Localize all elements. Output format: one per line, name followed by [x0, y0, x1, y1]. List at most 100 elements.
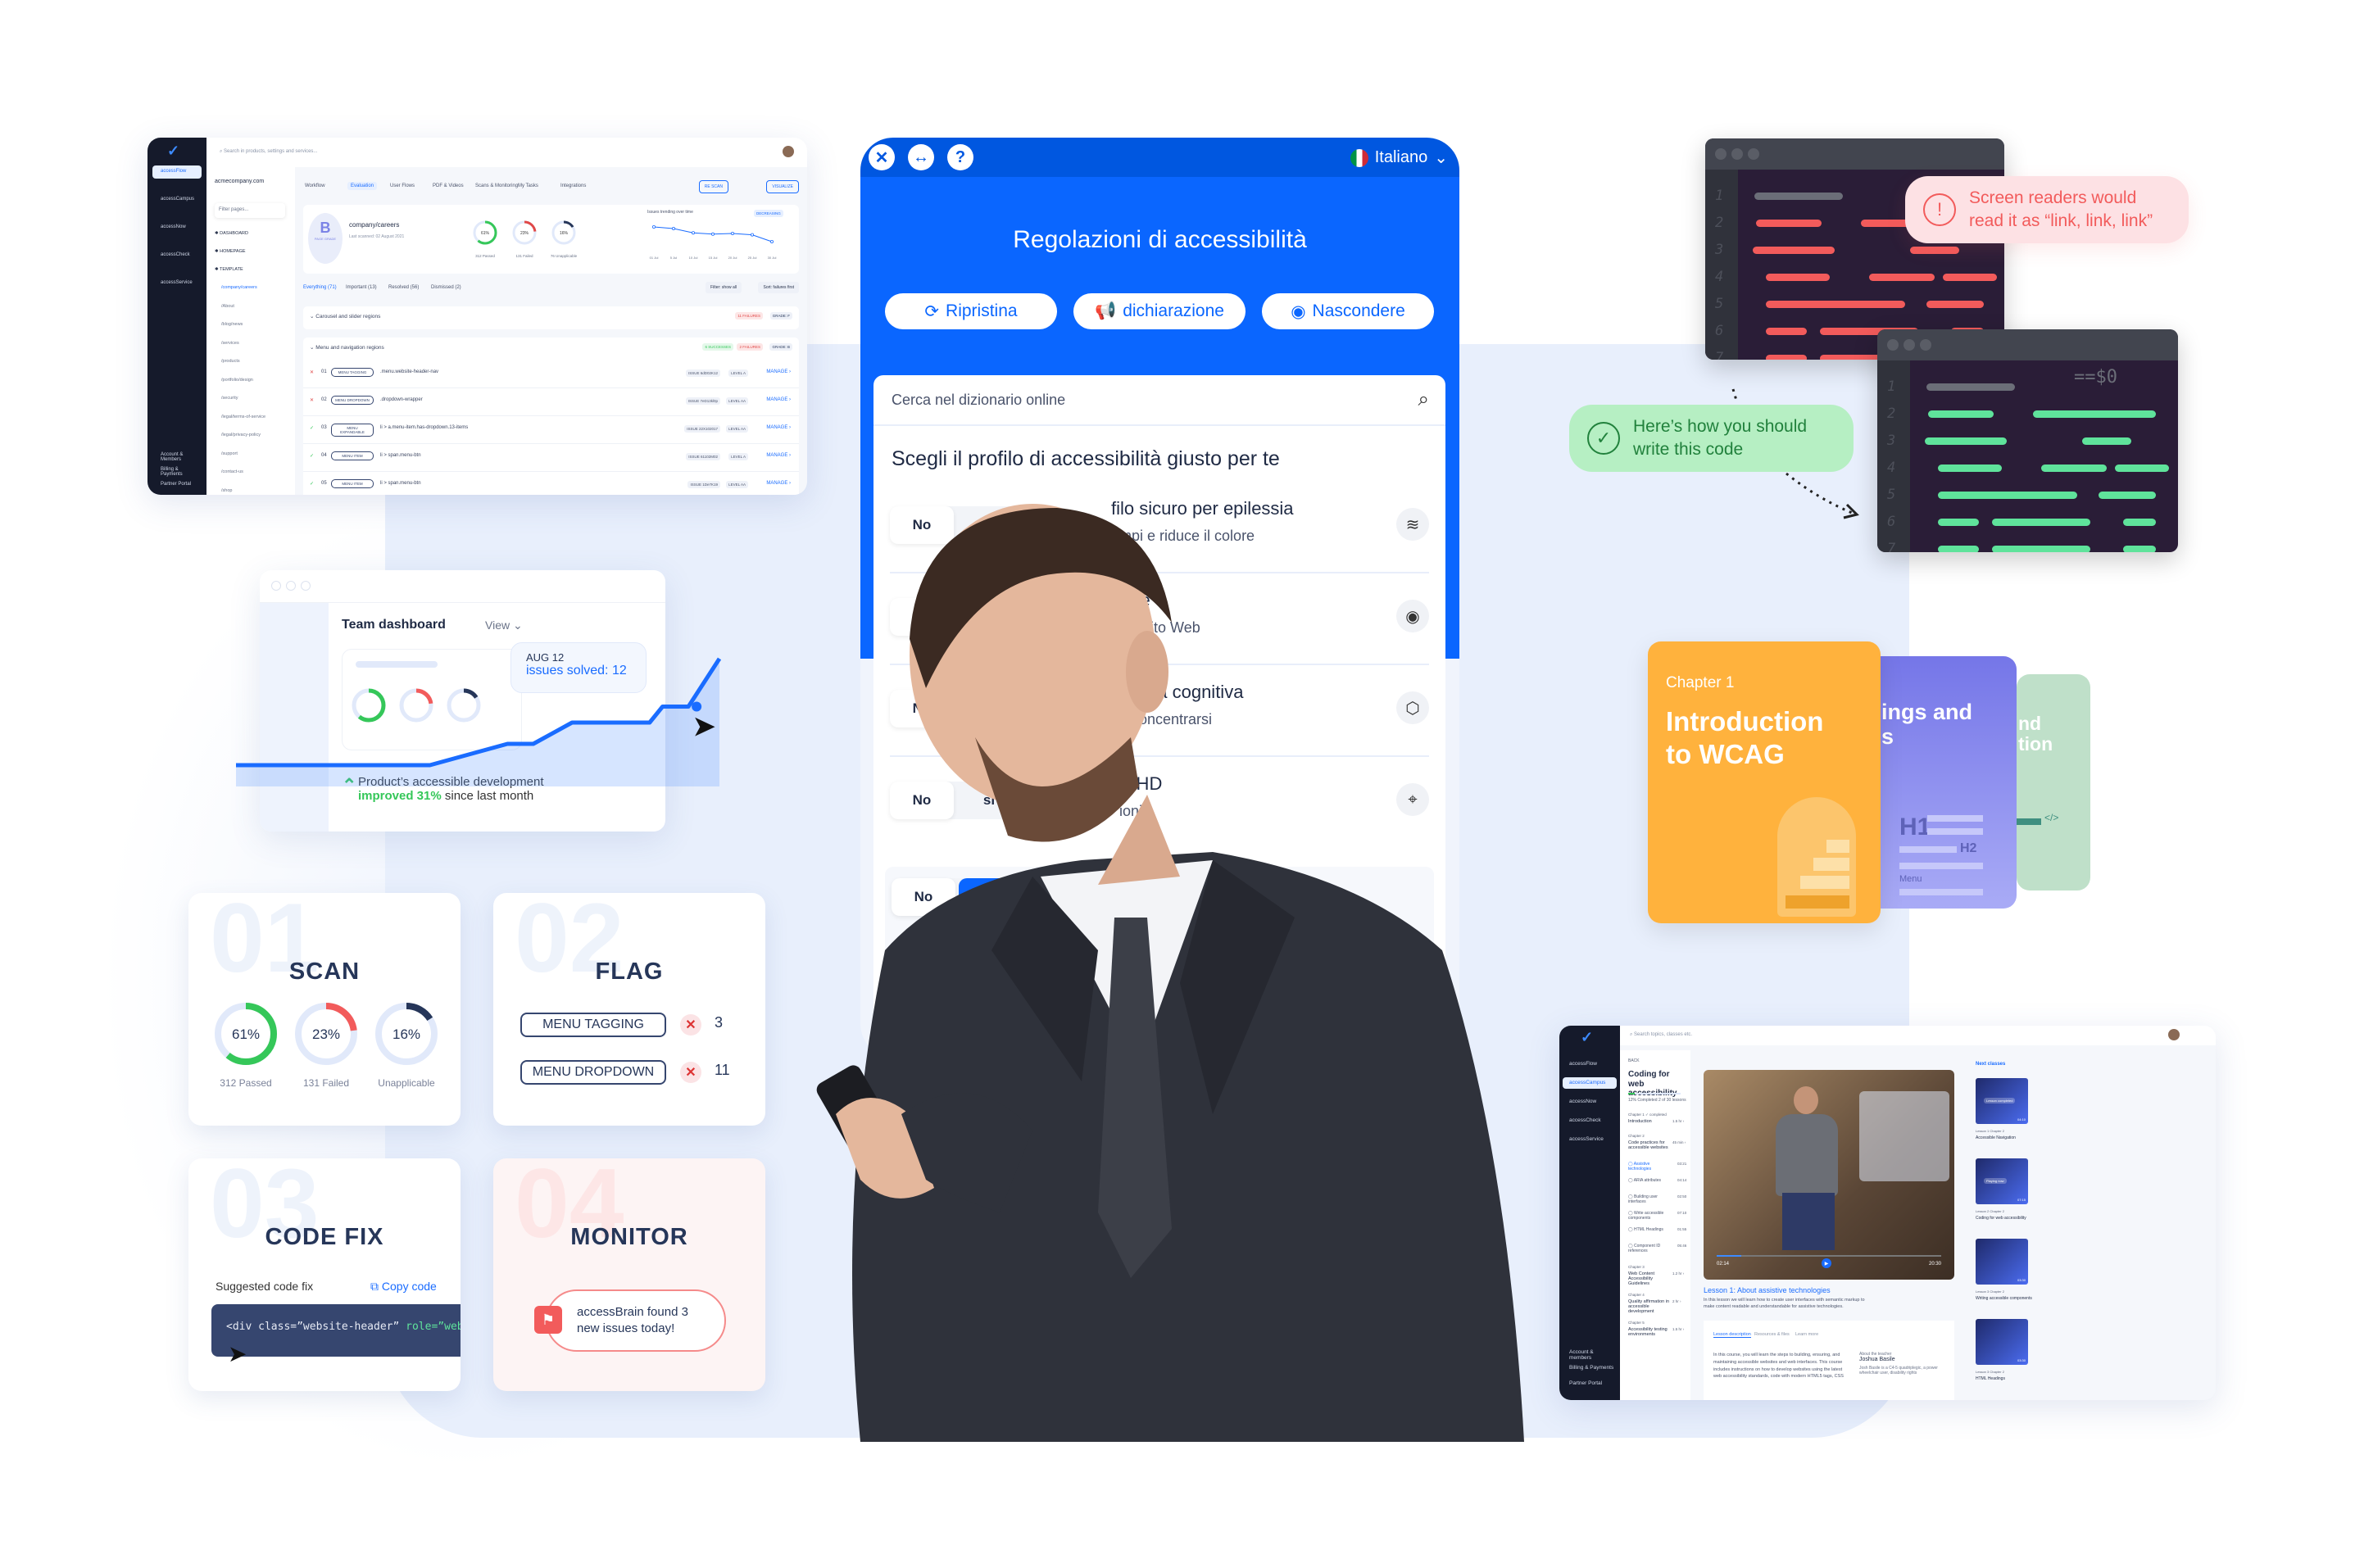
manage-link[interactable]: MANAGE › — [766, 453, 791, 458]
statement-button[interactable]: 📢 dichiarazione — [1073, 293, 1246, 329]
sidebar-item[interactable]: accessCampus — [1563, 1077, 1617, 1089]
issue-group[interactable]: ⌄ Carousel and slider regions GRADE: F 11 … — [303, 306, 799, 329]
next-class-name[interactable]: HTML Headings — [1976, 1376, 2005, 1381]
play-button[interactable]: ▶ — [1822, 1258, 1831, 1268]
page-link[interactable]: /legal/terms-of-service — [221, 415, 265, 419]
lesson-tab[interactable]: Lesson description — [1713, 1332, 1751, 1338]
next-class-thumbnail[interactable]: 03:30 — [1976, 1319, 2028, 1365]
sort-select[interactable]: Sort: failures first — [758, 282, 799, 293]
manage-link[interactable]: MANAGE › — [766, 397, 791, 402]
reset-button[interactable]: ⟳ Ripristina — [885, 293, 1057, 329]
lesson-item[interactable]: ◯ ARIA attributes — [1628, 1178, 1671, 1183]
tab-evaluation[interactable]: Evaluation — [347, 182, 378, 190]
sidebar-item[interactable]: accessNow — [152, 221, 202, 234]
sidebar-item[interactable]: accessCheck — [152, 249, 202, 262]
avatar[interactable] — [2168, 1029, 2180, 1040]
lesson-tab[interactable]: Learn more — [1795, 1332, 1818, 1337]
filter-select[interactable]: Filter: show all — [706, 282, 742, 293]
sidebar-item[interactable]: accessService — [1563, 1134, 1617, 1145]
chapter-name[interactable]: Introduction — [1628, 1119, 1671, 1124]
filter-tab[interactable]: Resolved (56) — [388, 285, 419, 290]
sidebar-item[interactable]: accessService — [152, 277, 202, 290]
sidebar-item[interactable]: accessNow — [1563, 1096, 1617, 1108]
nav-item[interactable]: ✱ TEMPLATE — [215, 267, 243, 272]
filter-tab[interactable]: Everything (71) — [303, 285, 337, 290]
tab-pdf-videos[interactable]: PDF & Videos — [433, 184, 464, 188]
lesson-item[interactable]: ◯ Assistive technologies — [1628, 1162, 1671, 1171]
rescan-button[interactable]: RE SCAN — [698, 180, 728, 193]
chapter-name[interactable]: Quality affirmation in accessible develo… — [1628, 1299, 1671, 1314]
sidebar-bottom-item[interactable]: Billing & Payments — [152, 464, 202, 477]
domain-select[interactable]: acmecompany.com — [215, 179, 264, 184]
sidebar-item[interactable]: accessFlow — [1563, 1058, 1617, 1070]
resize-icon[interactable]: ↔ — [908, 144, 934, 170]
chapter-name[interactable]: Web Content Accessibility Guidelines — [1628, 1271, 1671, 1286]
page-link[interactable]: /portfolio/design — [221, 378, 253, 383]
page-link[interactable]: /support — [221, 451, 238, 456]
sidebar-bottom-item[interactable]: Billing & Payments — [1563, 1362, 1617, 1374]
manage-link[interactable]: MANAGE › — [766, 481, 791, 486]
help-icon[interactable]: ? — [947, 144, 973, 170]
chapter-name[interactable]: Code practices for accessible websites — [1628, 1140, 1671, 1150]
chapter-name[interactable]: Accessibility testing environments — [1628, 1327, 1671, 1337]
filter-tab[interactable]: Important (13) — [346, 285, 377, 290]
lesson-video[interactable]: 02:14 ▶ 20:30 — [1704, 1070, 1954, 1280]
sidebar-bottom-item[interactable]: Partner Portal — [1563, 1378, 1617, 1389]
issue-row[interactable]: ✕ 01 MENU TAGGING .menu.website-header-nav I… — [303, 360, 799, 388]
page-link[interactable]: /security — [221, 396, 238, 401]
sidebar-bottom-item[interactable]: Account & Members — [152, 449, 202, 462]
page-link[interactable]: /blog/news — [221, 322, 243, 327]
chapter-card-1[interactable]: Chapter 1 Introduction to WCAG — [1648, 641, 1881, 923]
next-class-thumbnail[interactable]: Lesson completed 04:10 — [1976, 1078, 2028, 1124]
next-class-thumbnail[interactable]: 03:30 — [1976, 1239, 2028, 1285]
page-link[interactable]: /contact-us — [221, 469, 243, 474]
flag-tag[interactable]: MENU DROPDOWN — [520, 1060, 666, 1085]
sidebar-bottom-item[interactable]: Account & members — [1563, 1347, 1617, 1361]
issue-row[interactable]: ✓ 05 MENU ITEM li > span.menu-btn ISSUE 1De7… — [303, 472, 799, 495]
hide-button[interactable]: ◉ Nascondere — [1262, 293, 1434, 329]
tab-workflow[interactable]: Workflow — [305, 184, 325, 188]
sidebar-item[interactable]: accessFlow — [152, 165, 202, 179]
page-link[interactable]: /services — [221, 341, 239, 346]
page-link[interactable]: /About — [221, 304, 234, 309]
filter-tab[interactable]: Dismissed (2) — [431, 285, 461, 290]
copy-code-button[interactable]: ⧉ Copy code — [370, 1280, 437, 1294]
page-link[interactable]: /products — [221, 359, 240, 364]
page-link[interactable]: /company/careers — [221, 285, 257, 290]
issue-row[interactable]: ✕ 02 MENU DROPDOWN .dropdown-wrapper ISSUE 7… — [303, 388, 799, 416]
next-class-name[interactable]: Coding for web accessibility — [1976, 1216, 2026, 1221]
filter-pages-input[interactable]: Filter pages... — [215, 203, 285, 218]
sidebar-bottom-item[interactable]: Partner Portal — [152, 478, 202, 492]
lesson-item[interactable]: ◯ Component ID references — [1628, 1244, 1671, 1253]
language-select[interactable]: Italiano ⌄ — [1350, 147, 1448, 168]
next-class-name[interactable]: Writing accessible components — [1976, 1296, 2032, 1301]
back-link[interactable]: BACK — [1628, 1058, 1640, 1063]
chapter-card-3[interactable]: nd tion </> — [2017, 674, 2090, 890]
sidebar-item[interactable]: accessCampus — [152, 193, 202, 206]
nav-item[interactable]: ✱ DASHBOARD — [215, 231, 248, 236]
lesson-item[interactable]: ◯ HTML Headings — [1628, 1227, 1671, 1232]
tab-scans-monitoring[interactable]: Scans & Monitoring — [475, 184, 518, 188]
manage-link[interactable]: MANAGE › — [766, 425, 791, 430]
dictionary-search-input[interactable]: Cerca nel dizionario online ⌕ — [873, 375, 1445, 426]
tab-integrations[interactable]: Integrations — [560, 184, 586, 188]
visualize-button[interactable]: VISUALIZE — [766, 180, 799, 193]
close-icon[interactable]: ✕ — [869, 144, 895, 170]
tab-my-tasks[interactable]: My Tasks — [518, 184, 538, 188]
issue-row[interactable]: ✓ 03 MENU EXPANDABLE li > a.menu-item.has-d… — [303, 416, 799, 444]
sidebar-item[interactable]: accessCheck — [1563, 1115, 1617, 1126]
lesson-item[interactable]: ◯ Building user interfaces — [1628, 1194, 1671, 1204]
issue-group[interactable]: ⌄ Menu and navigation regions GRADE: B 2 F… — [303, 338, 799, 495]
view-dropdown[interactable]: View ⌄ — [485, 619, 523, 632]
page-link[interactable]: /shop — [221, 488, 232, 493]
tab-user-flows[interactable]: User Flows — [390, 184, 415, 188]
page-link[interactable]: /legal/privacy-policy — [221, 433, 261, 437]
lesson-item[interactable]: ◯ Write accessible components — [1628, 1211, 1671, 1221]
issue-row[interactable]: ✓ 04 MENU ITEM li > span.menu-btn ISSUE 6110… — [303, 444, 799, 472]
flag-tag[interactable]: MENU TAGGING — [520, 1013, 666, 1037]
search-input[interactable]: Search topics, classes etc. — [1634, 1032, 1692, 1037]
search-input[interactable]: Search in products, settings and service… — [224, 149, 317, 154]
manage-link[interactable]: MANAGE › — [766, 369, 791, 374]
nav-item[interactable]: ✱ HOMEPAGE — [215, 249, 246, 254]
next-class-name[interactable]: Accessible Navigation — [1976, 1135, 2016, 1140]
